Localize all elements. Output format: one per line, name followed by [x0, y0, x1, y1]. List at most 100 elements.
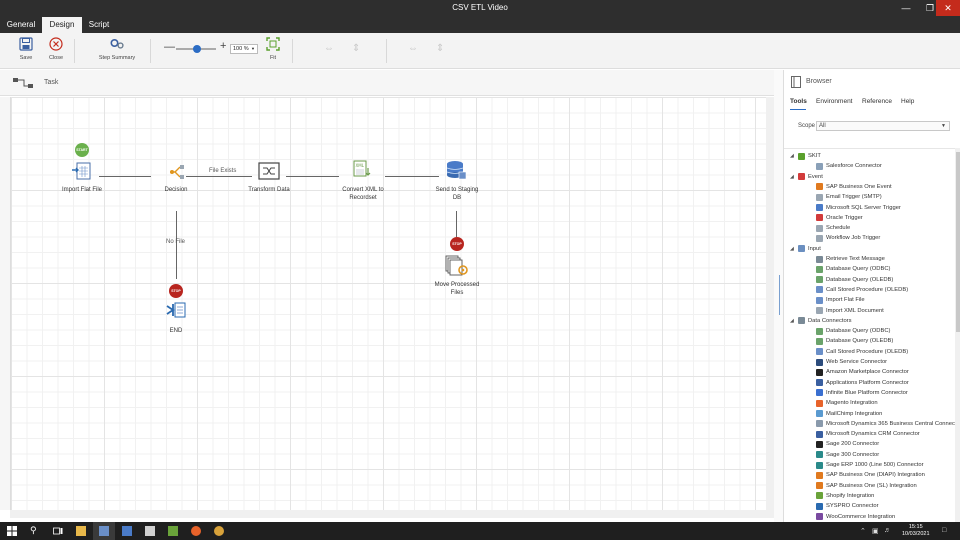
- tree-item[interactable]: Database Query (OLEDB): [784, 336, 955, 346]
- canvas-horizontal-scrollbar[interactable]: [10, 510, 766, 518]
- database-icon[interactable]: [445, 160, 467, 182]
- tree-item[interactable]: SAP Business One (SL) Integration: [784, 481, 955, 491]
- expand-arrow-icon[interactable]: ◢: [790, 172, 794, 182]
- tree-item[interactable]: Schedule: [784, 223, 955, 233]
- align-horizontal-icon[interactable]: ⇔: [324, 43, 334, 54]
- network-icon[interactable]: ▣: [872, 527, 879, 535]
- tree-group[interactable]: ◢ SKIT: [784, 151, 955, 161]
- transform-data-icon[interactable]: [258, 162, 280, 182]
- workflow-app-icon[interactable]: [168, 526, 178, 536]
- windows-start-icon[interactable]: [7, 526, 17, 536]
- tree-item[interactable]: Database Query (ODBC): [784, 326, 955, 336]
- system-clock[interactable]: 15:15 10/03/2021: [902, 524, 930, 538]
- connector-line[interactable]: [456, 211, 457, 237]
- expand-arrow-icon[interactable]: ◢: [790, 151, 794, 161]
- tree-item[interactable]: Magento Integration: [784, 398, 955, 408]
- panel-splitter[interactable]: [774, 70, 783, 522]
- import-flat-file-icon[interactable]: [72, 161, 92, 183]
- tree-item[interactable]: Sage 200 Connector: [784, 439, 955, 449]
- chevron-up-icon[interactable]: ⌃: [860, 527, 866, 535]
- zoom-in-icon[interactable]: +: [220, 40, 226, 52]
- zoom-out-icon[interactable]: —: [164, 41, 175, 53]
- scrollbar-thumb[interactable]: [956, 152, 960, 332]
- connector-line[interactable]: [99, 176, 151, 177]
- tab-environment[interactable]: Environment: [816, 98, 853, 105]
- connector-line[interactable]: [176, 211, 177, 279]
- tree-item[interactable]: MailChimp Integration: [784, 409, 955, 419]
- tree-item[interactable]: Import XML Document: [784, 306, 955, 316]
- close-button[interactable]: Close: [44, 37, 68, 61]
- tool-icon: [816, 276, 823, 284]
- tree-item[interactable]: Web Service Connector: [784, 357, 955, 367]
- end-icon[interactable]: [165, 301, 187, 321]
- canvas-vertical-scrollbar[interactable]: [766, 97, 774, 518]
- tab-script[interactable]: Script: [82, 17, 116, 33]
- move-files-icon[interactable]: [445, 255, 469, 279]
- tab-help[interactable]: Help: [901, 98, 914, 105]
- tree-item[interactable]: Shopify Integration: [784, 491, 955, 501]
- splitter-grip[interactable]: [779, 275, 780, 315]
- zoom-select[interactable]: 100 % ▼: [230, 44, 258, 54]
- recorder-icon[interactable]: [191, 526, 201, 536]
- tree-item[interactable]: Database Query (ODBC): [784, 264, 955, 274]
- file-explorer-icon[interactable]: [76, 526, 86, 536]
- tree-item[interactable]: Call Stored Procedure (OLEDB): [784, 347, 955, 357]
- tab-general[interactable]: General: [0, 17, 42, 33]
- tree-item[interactable]: Oracle Trigger: [784, 213, 955, 223]
- zoom-slider-thumb[interactable]: [193, 45, 201, 53]
- browser-scrollbar[interactable]: [955, 148, 960, 522]
- tree-item[interactable]: Microsoft SQL Server Trigger: [784, 203, 955, 213]
- tree-item[interactable]: Infinite Blue Platform Connector: [784, 388, 955, 398]
- tree-group[interactable]: ◢ Event: [784, 172, 955, 182]
- connector-line[interactable]: [385, 176, 439, 177]
- app-icon[interactable]: [122, 526, 132, 536]
- workflow-canvas[interactable]: File Exists No File START Import Flat Fi…: [10, 97, 766, 510]
- tree-item[interactable]: Retrieve Text Message: [784, 254, 955, 264]
- tree-item[interactable]: Amazon Marketplace Connector: [784, 367, 955, 377]
- tree-item[interactable]: Call Stored Procedure (OLEDB): [784, 285, 955, 295]
- align-vertical-icon[interactable]: ⇕: [352, 43, 360, 54]
- tree-item-label: Microsoft SQL Server Trigger: [826, 204, 901, 211]
- tree-item[interactable]: SYSPRO Connector: [784, 501, 955, 511]
- notifications-icon[interactable]: □: [942, 527, 946, 534]
- decision-icon[interactable]: [168, 164, 186, 182]
- tree-item[interactable]: Microsoft Dynamics 365 Business Central …: [784, 419, 955, 429]
- connector-line[interactable]: [286, 176, 339, 177]
- volume-icon[interactable]: ♬: [884, 527, 891, 534]
- tab-tools[interactable]: Tools: [790, 98, 807, 105]
- chrome-icon[interactable]: [214, 526, 224, 536]
- expand-arrow-icon[interactable]: ◢: [790, 244, 794, 254]
- search-icon[interactable]: ⚲: [30, 525, 40, 535]
- scope-select[interactable]: All ▼: [816, 121, 950, 131]
- distribute-horizontal-icon[interactable]: ⇔: [408, 43, 418, 54]
- expand-arrow-icon[interactable]: ◢: [790, 316, 794, 326]
- tree-item[interactable]: Import Flat File: [784, 295, 955, 305]
- tree-item[interactable]: Microsoft Dynamics CRM Connector: [784, 429, 955, 439]
- task-view-icon[interactable]: [53, 526, 63, 536]
- close-window-button[interactable]: ✕: [936, 0, 960, 16]
- minimize-button[interactable]: —: [894, 0, 918, 16]
- tree-group[interactable]: ◢ Input: [784, 244, 955, 254]
- fit-button[interactable]: Fit: [264, 37, 282, 61]
- tree-item[interactable]: SAP Business One (DIAPI) Integration: [784, 470, 955, 480]
- tree-item-label: Database Query (OLEDB): [826, 276, 894, 283]
- tree-item[interactable]: Database Query (OLEDB): [784, 275, 955, 285]
- tab-design[interactable]: Design: [42, 17, 82, 33]
- tree-group[interactable]: ◢ Data Connectors: [784, 316, 955, 326]
- tree-item[interactable]: Email Trigger (SMTP): [784, 192, 955, 202]
- convert-xml-icon[interactable]: XML: [351, 160, 373, 182]
- tree-item[interactable]: Salesforce Connector: [784, 161, 955, 171]
- step-summary-button[interactable]: Step Summary: [96, 37, 138, 61]
- tab-reference[interactable]: Reference: [862, 98, 892, 105]
- save-button[interactable]: Save: [14, 37, 38, 61]
- tree-item[interactable]: Applications Platform Connector: [784, 378, 955, 388]
- etl-app-icon[interactable]: [99, 526, 109, 536]
- document-icon[interactable]: [145, 526, 155, 536]
- tree-item[interactable]: SAP Business One Event: [784, 182, 955, 192]
- tree-item[interactable]: Sage ERP 1000 (Line 500) Connector: [784, 460, 955, 470]
- tree-item[interactable]: Workflow Job Trigger: [784, 233, 955, 243]
- tree-item[interactable]: WooCommerce Integration: [784, 512, 955, 522]
- connector-line[interactable]: [186, 176, 252, 177]
- tree-item[interactable]: Sage 300 Connector: [784, 450, 955, 460]
- distribute-vertical-icon[interactable]: ⇕: [436, 43, 444, 54]
